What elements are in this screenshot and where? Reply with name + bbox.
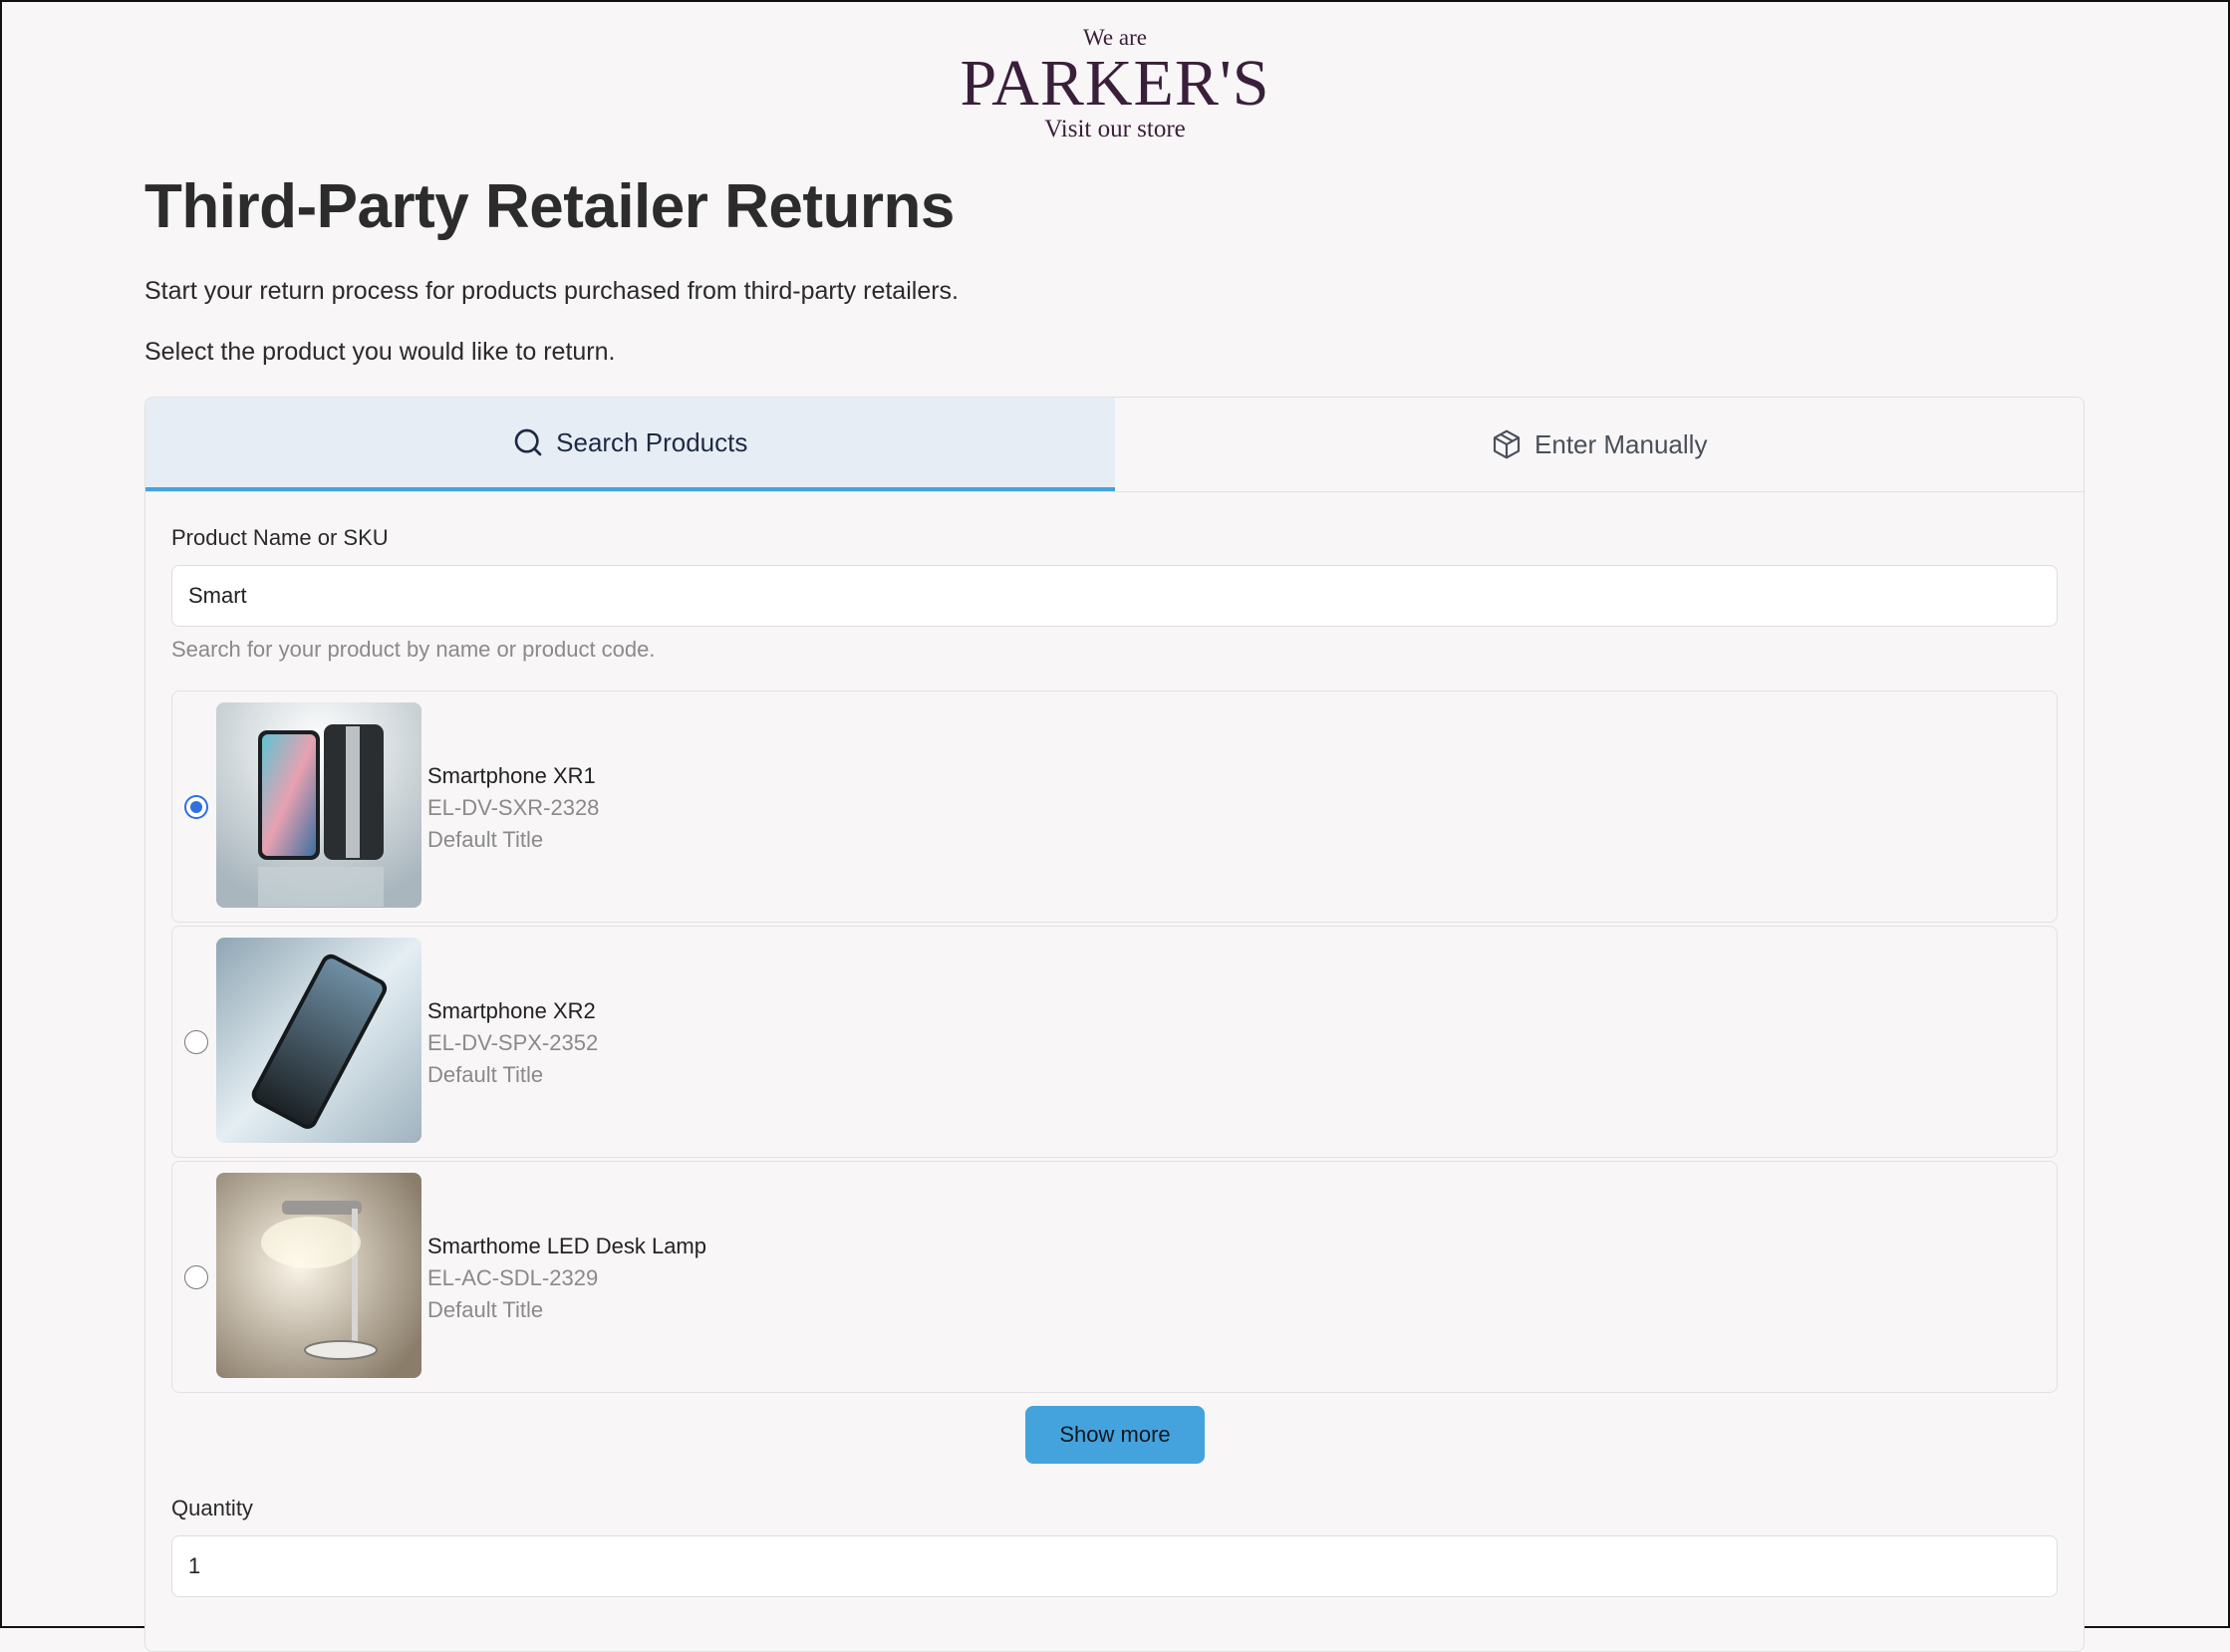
quantity-input[interactable] — [171, 1535, 2058, 1597]
product-info: Smarthome LED Desk Lamp EL-AC-SDL-2329 D… — [427, 1230, 706, 1326]
product-name: Smartphone XR1 — [427, 763, 596, 788]
quantity-label: Quantity — [171, 1496, 253, 1520]
product-option-smartphone-xr1[interactable]: Smartphone XR1 EL-DV-SXR-2328 Default Ti… — [171, 690, 2058, 923]
product-sku: EL-DV-SXR-2328 — [427, 795, 600, 820]
product-name: Smartphone XR2 — [427, 998, 596, 1023]
product-image — [216, 702, 421, 908]
tab-bar: Search Products Enter Manually — [145, 398, 2084, 492]
product-variant: Default Title — [427, 1297, 544, 1322]
tab-enter-manually[interactable]: Enter Manually — [1115, 398, 2085, 491]
product-radio[interactable] — [184, 795, 208, 819]
logo-tagline-bottom: Visit our store — [1044, 116, 1186, 142]
intro-text: Start your return process for products p… — [144, 277, 959, 305]
product-info: Smartphone XR2 EL-DV-SPX-2352 Default Ti… — [427, 994, 598, 1091]
product-variant: Default Title — [427, 1062, 544, 1087]
product-variant: Default Title — [427, 827, 544, 852]
page-title: Third-Party Retailer Returns — [144, 172, 955, 241]
search-label: Product Name or SKU — [171, 525, 389, 550]
product-radio[interactable] — [184, 1265, 208, 1289]
return-form-card: Search Products Enter Manually Product N… — [144, 397, 2085, 1652]
instruction-text: Select the product you would like to ret… — [144, 338, 616, 366]
search-icon — [514, 428, 542, 456]
store-logo[interactable]: We are PARKER'S Visit our store — [2, 24, 2228, 143]
logo-brand-name: PARKER'S — [960, 47, 1270, 120]
show-more-button[interactable]: Show more — [1025, 1406, 1205, 1464]
box-icon — [1493, 429, 1521, 459]
product-name: Smarthome LED Desk Lamp — [427, 1234, 706, 1258]
product-sku: EL-AC-SDL-2329 — [427, 1265, 599, 1290]
product-option-smartphone-xr2[interactable]: Smartphone XR2 EL-DV-SPX-2352 Default Ti… — [171, 926, 2058, 1158]
tab-label: Enter Manually — [1534, 428, 1708, 459]
tab-label: Search Products — [556, 426, 748, 457]
tab-search-products[interactable]: Search Products — [145, 398, 1115, 491]
product-radio[interactable] — [184, 1030, 208, 1054]
product-sku: EL-DV-SPX-2352 — [427, 1030, 599, 1055]
search-hint: Search for your product by name or produ… — [171, 637, 656, 662]
product-info: Smartphone XR1 EL-DV-SXR-2328 Default Ti… — [427, 759, 599, 856]
product-image — [216, 938, 421, 1143]
product-image — [216, 1173, 421, 1378]
product-option-smarthome-led-desk-lamp[interactable]: Smarthome LED Desk Lamp EL-AC-SDL-2329 D… — [171, 1161, 2058, 1393]
search-input[interactable] — [171, 565, 2058, 627]
